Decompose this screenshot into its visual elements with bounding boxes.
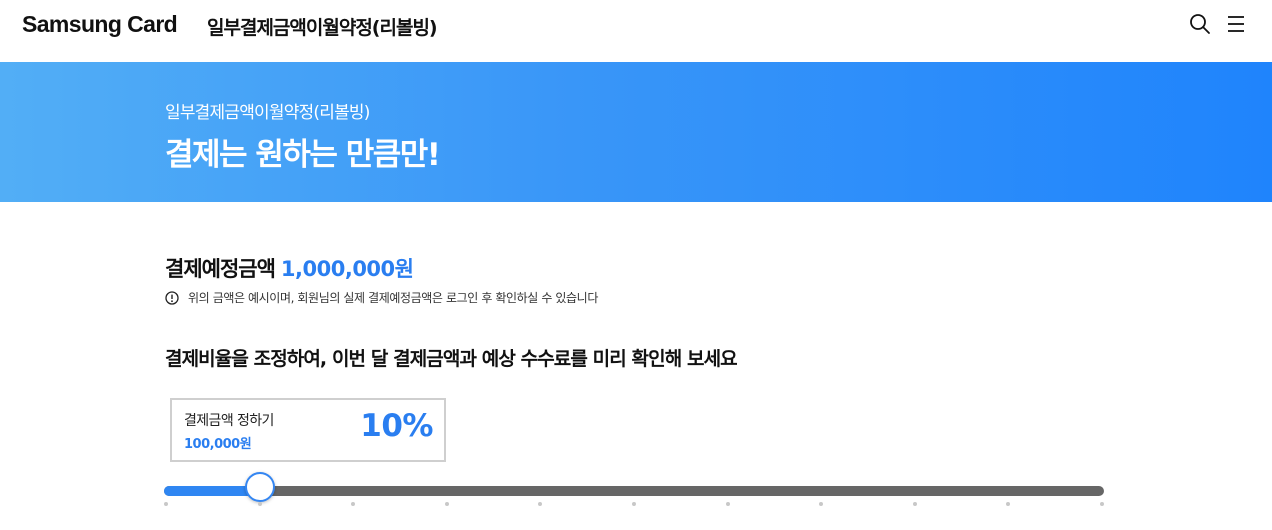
search-icon[interactable] — [1189, 13, 1211, 35]
info-icon — [165, 290, 179, 305]
slider-tick — [538, 502, 543, 506]
slider-ticks — [0, 502, 1272, 510]
menu-icon[interactable] — [1225, 13, 1247, 35]
payment-amount-value: 100,000원 — [184, 437, 252, 452]
scheduled-amount: 결제예정금액 1,000,000원 — [165, 253, 414, 283]
payment-rate-box: 결제금액 정하기 100,000원 10% — [170, 398, 446, 462]
slider-tick — [632, 502, 636, 506]
samsung-card-logo[interactable]: Samsung Card — [22, 11, 178, 38]
scheduled-amount-label: 결제예정금액 — [165, 257, 276, 281]
hero-banner: 일부결제금액이월약정(리볼빙) 결제는 원하는 만큼만! — [0, 62, 1272, 202]
slider-tick — [164, 502, 168, 506]
payment-rate-slider[interactable] — [164, 472, 1104, 502]
slider-tick — [351, 502, 356, 506]
notice: 위의 금액은 예시이며, 회원님의 실제 결제예정금액은 로그인 후 확인하실 … — [165, 289, 598, 306]
slider-tick — [912, 502, 917, 506]
slider-tick — [257, 502, 262, 506]
rate-guide-heading: 결제비율을 조정하여, 이번 달 결제금액과 예상 수수료를 미리 확인해 보세… — [165, 348, 738, 370]
slider-tick — [1006, 502, 1011, 506]
scheduled-amount-value: 1,000,000원 — [280, 257, 414, 281]
slider-tick — [1100, 502, 1104, 506]
rate-box-label: 결제금액 정하기 — [184, 413, 274, 429]
slider-tick — [725, 502, 730, 506]
banner-subtitle: 일부결제금액이월약정(리볼빙) — [165, 103, 370, 123]
header: Samsung Card 일부결제금액이월약정(리볼빙) — [0, 0, 1272, 62]
banner-title: 결제는 원하는 만큼만! — [165, 137, 441, 173]
payment-rate-percent: 10% — [360, 408, 433, 444]
slider-tick — [819, 502, 824, 506]
slider-tick — [444, 502, 449, 506]
notice-text: 위의 금액은 예시이며, 회원님의 실제 결제예정금액은 로그인 후 확인하실 … — [188, 291, 598, 305]
slider-thumb[interactable] — [244, 472, 275, 502]
page-title: 일부결제금액이월약정(리볼빙) — [207, 17, 438, 39]
